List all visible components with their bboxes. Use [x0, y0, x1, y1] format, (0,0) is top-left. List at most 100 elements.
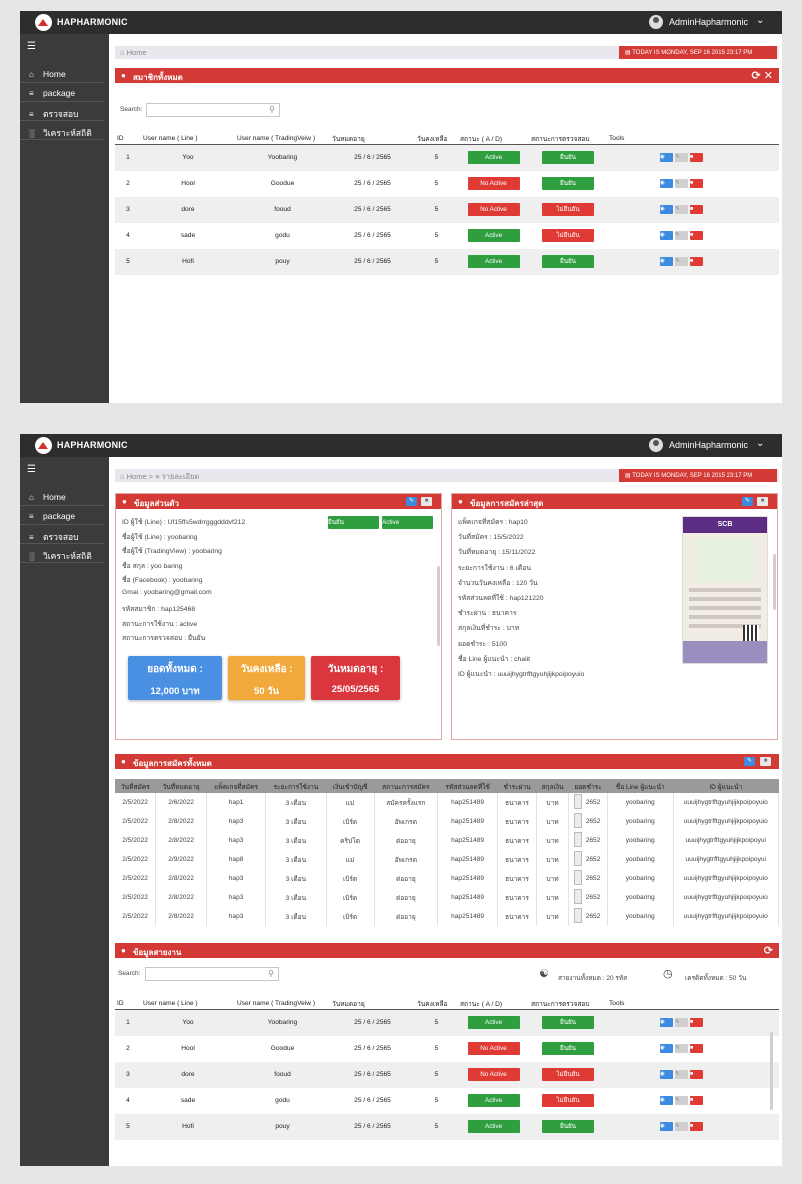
chevron-down-icon[interactable]: ⌄ [756, 15, 764, 26]
scrollbar[interactable] [437, 566, 440, 646]
table-row[interactable]: 5 Hofi pouy 25 / 6 / 2565 5 Active ยืนยัน ◉ ✎ ■ [115, 248, 779, 275]
sidebar-item-package[interactable]: ≡ package [20, 506, 104, 525]
check-status-badge[interactable]: ยืนยัน [542, 1120, 594, 1133]
edit-icon[interactable]: ✎ [675, 179, 688, 188]
menu-toggle-icon[interactable]: ☰ [27, 464, 36, 475]
slip-thumbnail-icon[interactable] [574, 851, 583, 866]
status-badge[interactable]: No Active [467, 203, 520, 216]
status-badge[interactable]: Active [467, 1120, 520, 1133]
slip-thumbnail-icon[interactable] [574, 870, 583, 885]
status-badge[interactable]: No Active [467, 177, 520, 190]
edit-icon[interactable]: ✎ [675, 1044, 688, 1053]
search-icon[interactable]: ⚲ [268, 969, 274, 978]
check-status-badge[interactable]: ไม่ยืนยัน [542, 229, 594, 242]
view-icon[interactable]: ◉ [660, 1018, 673, 1028]
trash-icon[interactable]: ■ [757, 497, 768, 506]
status-badge[interactable]: Active [467, 255, 520, 268]
search-icon[interactable]: ⚲ [269, 105, 275, 114]
slip-thumbnail-icon[interactable] [574, 832, 583, 847]
edit-icon[interactable]: ✎ [675, 1070, 688, 1079]
table-row[interactable]: 2/5/2022 2/8/2022 hap3 3 เดือน คริปโต ต่ออายุ… [115, 831, 779, 850]
table-row[interactable]: 3 dore fooud 25 / 6 / 2565 5 No Active ไม่ยืนย… [115, 1061, 779, 1088]
table-row[interactable]: 4 sade godu 25 / 6 / 2565 5 Active ไม่ยืนยัน ◉ ✎… [115, 223, 779, 249]
home-icon[interactable]: ⌂ [120, 48, 125, 57]
sidebar-item-verify[interactable]: ≡ ตรวจสอบ [20, 525, 104, 544]
sidebar-item-stats[interactable]: ░ วิเคราะห์สถิติ [20, 121, 104, 140]
table-row[interactable]: 2/5/2022 2/8/2022 hap3 3 เดือน เบิร์ด ต่ออายุ… [115, 869, 779, 888]
slip-thumbnail-icon[interactable] [574, 908, 583, 923]
status-badge[interactable]: Active [467, 229, 520, 242]
view-icon[interactable]: ◉ [660, 153, 673, 163]
check-status-badge[interactable]: ยืนยัน [542, 177, 594, 190]
payment-receipt-image[interactable]: SCB [682, 516, 768, 664]
view-icon[interactable]: ◉ [660, 205, 673, 214]
trash-icon[interactable]: ■ [690, 153, 703, 163]
edit-icon[interactable]: ✎ [675, 257, 688, 266]
view-icon[interactable]: ◉ [660, 179, 673, 188]
menu-toggle-icon[interactable]: ☰ [27, 41, 36, 52]
status-badge[interactable]: Active [467, 151, 520, 165]
trash-icon[interactable]: ■ [690, 205, 703, 214]
trash-icon[interactable]: ■ [690, 1018, 703, 1028]
chevron-down-icon[interactable]: ⌄ [756, 438, 764, 449]
scrollbar[interactable] [770, 1032, 773, 1110]
edit-icon[interactable]: ✎ [742, 497, 753, 506]
avatar[interactable] [649, 15, 663, 29]
table-row[interactable]: 2/5/2022 2/8/2022 hap3 3 เดือน เบิร์ด ต่ออายุ… [115, 907, 779, 926]
trash-icon[interactable]: ■ [690, 231, 703, 240]
trash-icon[interactable]: ■ [760, 757, 771, 766]
check-status-badge[interactable]: ยืนยัน [542, 255, 594, 268]
sidebar-item-package[interactable]: ≡ package [20, 83, 104, 102]
trash-icon[interactable]: ■ [690, 257, 703, 266]
trash-icon[interactable]: ■ [690, 1044, 703, 1053]
view-icon[interactable]: ◉ [660, 1044, 673, 1053]
edit-icon[interactable]: ✎ [675, 1018, 688, 1028]
status-badge[interactable]: No Active [467, 1042, 520, 1055]
slip-thumbnail-icon[interactable] [574, 794, 583, 809]
slip-thumbnail-icon[interactable] [574, 889, 583, 904]
status-badge[interactable]: No Active [467, 1068, 520, 1081]
user-name[interactable]: AdminHapharmonic [669, 440, 748, 450]
close-icon[interactable]: ✕ [764, 70, 773, 82]
table-row[interactable]: 2/5/2022 2/9/2022 hap8 3 เดือน แม่ อัพเกรด hap… [115, 850, 779, 869]
table-row[interactable]: 3 dore fooud 25 / 6 / 2565 5 No Active ไม่ยืนย… [115, 196, 779, 223]
table-row[interactable]: 2 Hool Goodue 25 / 6 / 2565 5 No Active ยืนยัน… [115, 171, 779, 197]
view-icon[interactable]: ◉ [660, 257, 673, 266]
sidebar-item-verify[interactable]: ≡ ตรวจสอบ [20, 102, 104, 121]
edit-icon[interactable]: ✎ [675, 1096, 688, 1105]
table-row[interactable]: 5 Hofi pouy 25 / 6 / 2565 5 Active ยืนยัน ◉ ✎ ■ [115, 1113, 779, 1140]
sidebar-item-stats[interactable]: ░ วิเคราะห์สถิติ [20, 544, 104, 563]
table-row[interactable]: 2/5/2022 2/8/2022 hap3 3 เดือน เบิร์ด อัพเกรด… [115, 812, 779, 831]
refresh-icon[interactable]: ⟳ [764, 944, 773, 957]
edit-icon[interactable]: ✎ [406, 497, 417, 506]
table-row[interactable]: 2/5/2022 2/8/2022 hap3 3 เดือน เบิร์ด ต่ออายุ… [115, 888, 779, 907]
status-badge[interactable]: Active [467, 1094, 520, 1107]
edit-icon[interactable]: ✎ [675, 205, 688, 214]
table-row[interactable]: 1 Yoo Yoobaring 25 / 6 / 2565 5 Active ยืนยัน ◉… [115, 144, 779, 171]
edit-icon[interactable]: ✎ [675, 153, 688, 163]
trash-icon[interactable]: ■ [690, 179, 703, 188]
edit-icon[interactable]: ✎ [675, 231, 688, 240]
user-name[interactable]: AdminHapharmonic [669, 17, 748, 27]
view-icon[interactable]: ◉ [660, 231, 673, 240]
search-input[interactable]: ⚲ [145, 967, 279, 981]
breadcrumb-home[interactable]: Home [127, 472, 147, 481]
refresh-icon[interactable]: ⟳ [752, 70, 761, 82]
trash-icon[interactable]: ■ [421, 497, 432, 506]
check-status-badge[interactable]: ไม่ยืนยัน [542, 203, 594, 216]
table-row[interactable]: 2/5/2022 2/6/2022 hap1 3 เดือน แม่ สมัครครั้ง… [115, 793, 779, 812]
table-row[interactable]: 4 sade godu 25 / 6 / 2565 5 Active ไม่ยืนยัน ◉ ✎… [115, 1088, 779, 1114]
status-badge[interactable]: Active [467, 1016, 520, 1030]
home-icon[interactable]: ⌂ [120, 472, 125, 481]
slip-thumbnail-icon[interactable] [574, 813, 583, 828]
view-icon[interactable]: ◉ [660, 1070, 673, 1079]
check-status-badge[interactable]: ยืนยัน [542, 151, 594, 165]
trash-icon[interactable]: ■ [690, 1096, 703, 1105]
avatar[interactable] [649, 438, 663, 452]
edit-icon[interactable]: ✎ [675, 1122, 688, 1131]
trash-icon[interactable]: ■ [690, 1070, 703, 1079]
sidebar-item-home[interactable]: ⌂ Home [20, 64, 104, 83]
scrollbar[interactable] [773, 554, 776, 610]
check-status-badge[interactable]: ไม่ยืนยัน [542, 1068, 594, 1081]
breadcrumb-home[interactable]: Home [127, 48, 147, 57]
